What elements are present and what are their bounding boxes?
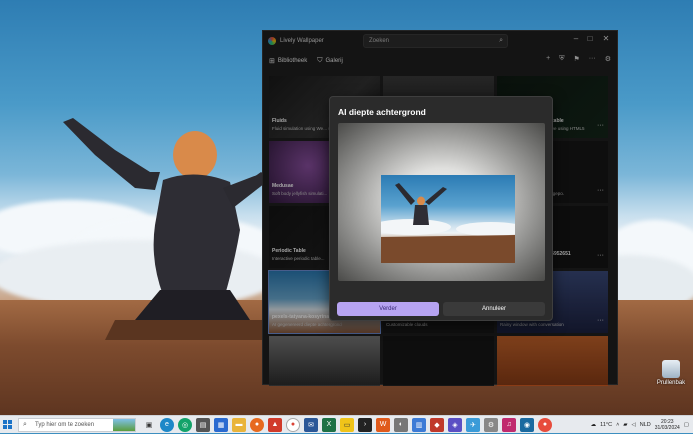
edge-icon[interactable]: e [160,417,174,432]
preview-image [381,175,515,263]
tray-chevron-icon[interactable]: ˄ [616,422,619,428]
chrome-icon[interactable]: ● [286,417,300,432]
notifications-icon[interactable]: ▢ [684,422,689,428]
terminal-icon[interactable]: › [358,417,372,432]
language-indicator[interactable]: NLD [640,422,651,428]
system-tray: ☁ 11°C ˄ ▰ ◁ NLD 20:23 31/03/2024 ▢ [591,416,689,434]
weather-temp[interactable]: 11°C [600,422,612,428]
depth-wallpaper-dialog: AI diepte achtergrond Verder Annuleer [329,96,553,321]
app-blue-icon[interactable]: ▥ [412,417,426,432]
recycle-bin-label: Prullenbak [656,380,686,386]
taskbar-search-input[interactable]: ⌕ Typ hier om te zoeken [18,417,136,432]
taskbar-search-placeholder: Typ hier om te zoeken [35,421,95,428]
firefox-icon[interactable]: ● [250,417,264,432]
app-dark-icon[interactable]: ▤ [196,417,210,432]
preview-person [381,183,515,263]
search-highlight-image [113,418,135,431]
notes-icon[interactable]: ▭ [340,417,354,432]
app-gray2-icon[interactable]: ⚙ [484,417,498,432]
cancel-button[interactable]: Annuleer [443,302,545,316]
app-pink-icon[interactable]: ♫ [502,417,516,432]
person-figure [63,118,275,340]
network-icon[interactable]: ▰ [623,422,627,428]
task-view-icon[interactable]: ▣ [142,418,156,432]
app-red-icon[interactable]: ▲ [268,417,282,432]
recycle-bin-graphic [662,360,680,378]
lively-taskbar-icon[interactable]: ● [538,417,552,432]
app-red2-icon[interactable]: ◆ [430,417,444,432]
windows-icon [2,420,12,429]
store-icon[interactable]: ▦ [214,417,228,432]
office-icon[interactable]: W [376,417,390,432]
taskbar: ⌕ Typ hier om te zoeken ▣ e ◎ ▤ ▦ ▬ ● ▲ … [0,415,693,433]
outlook-icon[interactable]: ✉ [304,417,318,432]
recycle-bin-icon[interactable]: Prullenbak [654,360,688,396]
taskbar-apps: ▣ e ◎ ▤ ▦ ▬ ● ▲ ● ✉ X ▭ › W ◐ ▥ ◆ ◈ ✈ ⚙ … [142,417,552,432]
clock[interactable]: 20:23 31/03/2024 [655,419,680,431]
app-purple-icon[interactable]: ◈ [448,417,462,432]
weather-icon[interactable]: ☁ [591,422,597,428]
depth-preview [338,123,545,281]
app-navy-icon[interactable]: ◉ [520,417,534,432]
excel-icon[interactable]: X [322,417,336,432]
dialog-title: AI diepte achtergrond [338,107,426,117]
file-explorer-icon[interactable]: ▬ [232,417,246,432]
app-gray-icon[interactable]: ◐ [394,417,408,432]
volume-icon[interactable]: ◁ [632,422,636,428]
continue-button[interactable]: Verder [337,302,439,316]
start-button[interactable] [0,416,14,434]
clock-date: 31/03/2024 [654,425,680,431]
app-cyan-icon[interactable]: ✈ [466,417,480,432]
app-green-icon[interactable]: ◎ [178,417,192,432]
search-icon: ⌕ [23,420,27,428]
